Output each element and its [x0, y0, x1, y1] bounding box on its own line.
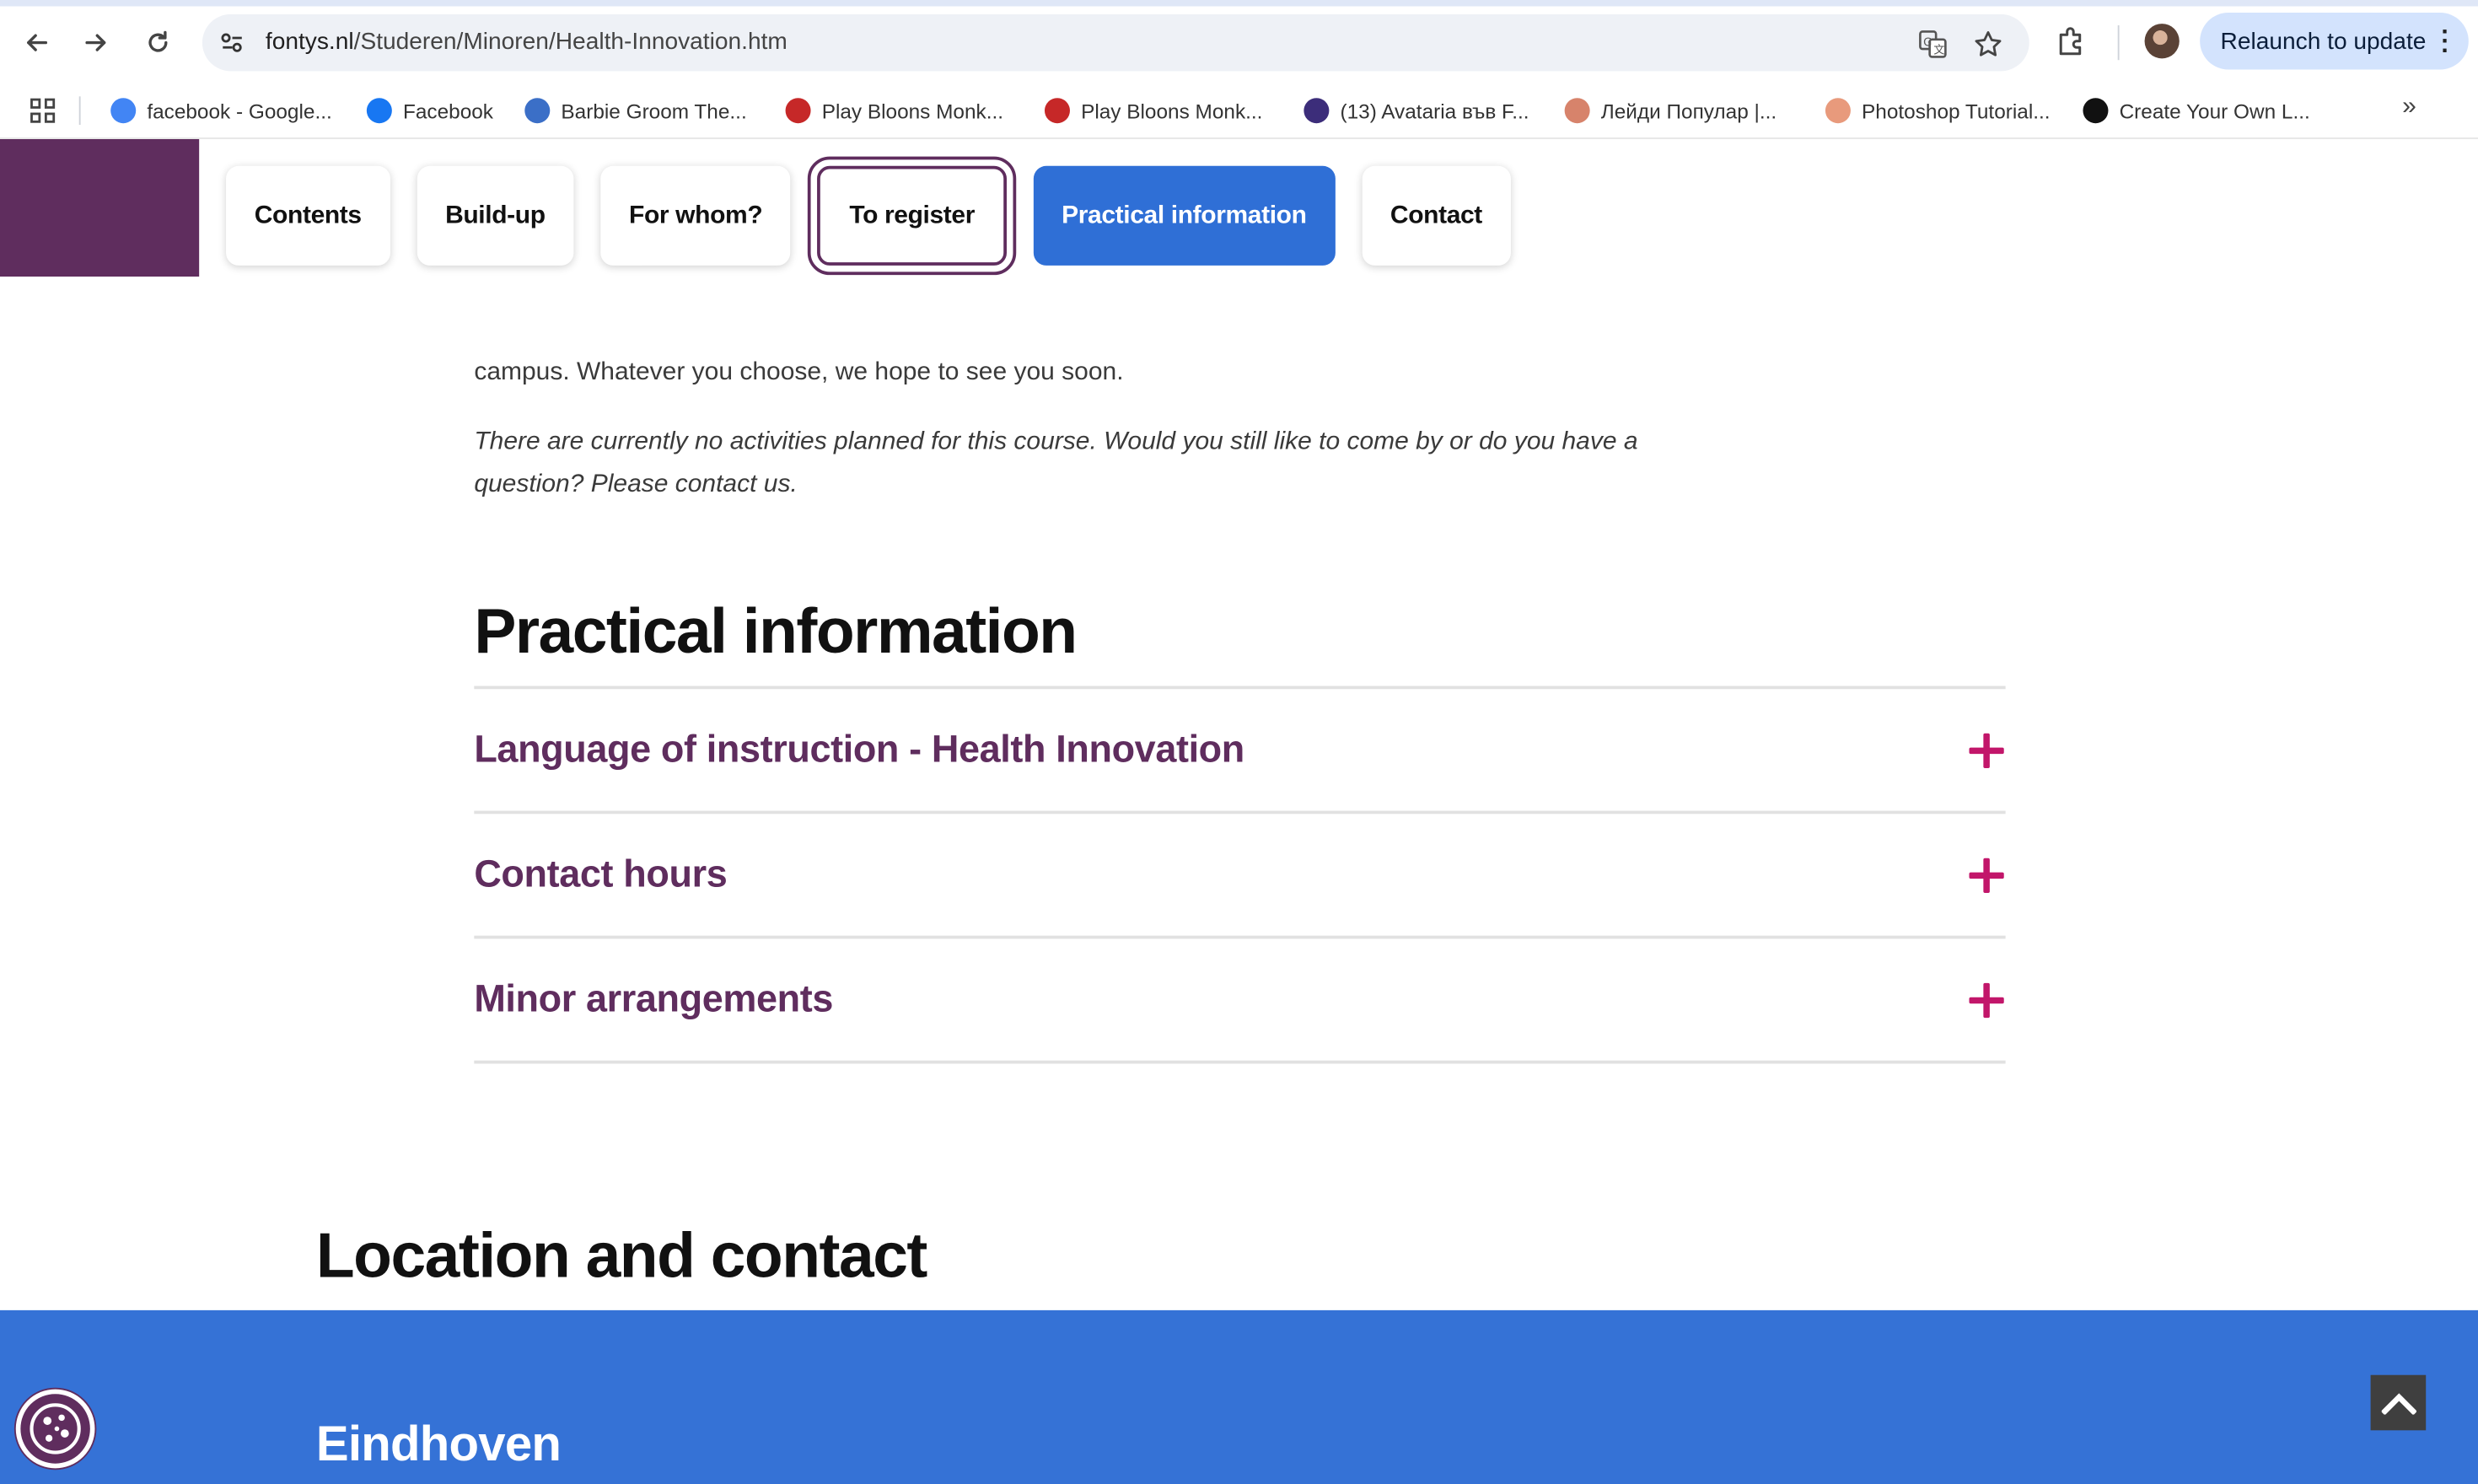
bookmark-label: Photoshop Tutorial... [1862, 99, 2051, 123]
profile-avatar[interactable] [2144, 24, 2180, 59]
accordion-label: Language of instruction - Health Innovat… [474, 728, 1244, 771]
browser-toolbar: fontys.nl/Studeren/Minoren/Health-Innova… [0, 0, 2478, 139]
bookmark-label: Play Bloons Monk... [1081, 99, 1263, 123]
lady-icon [1564, 98, 1590, 124]
svg-text:文: 文 [1933, 44, 1944, 57]
tab-strip-edge [0, 0, 2478, 7]
forward-icon[interactable] [74, 20, 118, 64]
svg-text:G: G [1923, 36, 1932, 49]
bookmark-item[interactable]: Photoshop Tutorial... [1825, 94, 2051, 128]
bookmark-label: Create Your Own L... [2119, 99, 2310, 123]
toolbar-divider [2117, 24, 2120, 61]
bookmarks-bar: facebook - Google... Facebook Barbie Groom… [0, 89, 2478, 132]
google-icon [110, 98, 137, 124]
reload-icon[interactable] [136, 20, 180, 64]
brand-block [0, 138, 200, 277]
translate-icon[interactable]: G文 [1917, 29, 1949, 60]
no-activities-note: There are currently no activities planne… [474, 427, 1638, 498]
bookmark-label: (13) Avataria във F... [1340, 99, 1529, 123]
site-settings-icon[interactable] [218, 29, 247, 57]
anchor-navigation: Contents Build-up For whom? To register Prac… [226, 156, 1511, 276]
kebab-menu-icon[interactable]: · · · [2441, 19, 2449, 63]
intro-text: campus. Whatever you choose, we hope to … [474, 351, 1643, 506]
anchor-link-for-whom[interactable]: For whom? [600, 165, 792, 266]
facebook-icon [366, 98, 392, 124]
anchor-link-practical-information[interactable]: Practical information [1033, 165, 1336, 266]
dash-icon [1825, 98, 1851, 124]
bookmark-item[interactable]: Play Bloons Monk... [1044, 94, 1263, 128]
more-bookmarks-icon[interactable]: » [2402, 94, 2416, 122]
extensions-icon[interactable] [2055, 24, 2089, 58]
city-heading: Eindhoven [315, 1416, 562, 1472]
cookie-settings-button[interactable] [15, 1389, 95, 1469]
bookmark-item[interactable]: facebook - Google... [110, 94, 332, 128]
location-band: Eindhoven [0, 1309, 2478, 1484]
chevron-up-icon [2380, 1392, 2416, 1414]
anchor-link-contents[interactable]: Contents [226, 165, 390, 266]
bookmark-label: Лейди Популар |... [1600, 99, 1777, 123]
url-domain: fontys.nl [265, 28, 354, 56]
anchor-link-to-register[interactable]: To register [808, 156, 1016, 276]
accordion-item[interactable]: Contact hours [474, 814, 2006, 939]
plus-icon[interactable] [1969, 732, 2004, 768]
bookmark-item[interactable]: Barbie Groom The... [524, 94, 747, 128]
accordion-item[interactable]: Language of instruction - Health Innovat… [474, 689, 2006, 815]
bookmarks-divider [78, 96, 81, 126]
back-to-top-button[interactable] [2370, 1374, 2427, 1431]
back-icon[interactable] [14, 20, 58, 64]
practical-info-heading: Practical information [474, 597, 1078, 667]
plus-icon[interactable] [1969, 981, 2004, 1018]
page-content: Contents Build-up For whom? To register Prac… [0, 138, 2478, 1484]
accordion-label: Minor arrangements [474, 977, 834, 1020]
intro-paragraph: campus. Whatever you choose, we hope to … [474, 358, 1124, 386]
bookmark-label: Barbie Groom The... [561, 99, 747, 123]
accordion-item[interactable]: Minor arrangements [474, 938, 2006, 1064]
url-path: /Studeren/Minoren/Health-Innovation.htm [353, 28, 787, 56]
cookie-icon [30, 1403, 81, 1454]
bookmark-item[interactable]: Facebook [366, 94, 493, 128]
avataria-icon [1304, 98, 1330, 124]
apps-grid-icon[interactable] [29, 96, 57, 125]
relaunch-button[interactable]: Relaunch to update · · · [2200, 12, 2469, 70]
bookmark-item[interactable]: Play Bloons Monk... [785, 94, 1004, 128]
bookmark-item[interactable]: Create Your Own L... [2083, 94, 2310, 128]
target-icon [524, 98, 551, 124]
accordion-label: Contact hours [474, 852, 728, 895]
bookmark-item[interactable]: (13) Avataria във F... [1304, 94, 1529, 128]
bloons-icon [785, 98, 811, 124]
address-bar[interactable]: fontys.nl/Studeren/Minoren/Health-Innova… [202, 13, 2029, 72]
relaunch-label: Relaunch to update [2220, 27, 2427, 55]
anchor-link-build-up[interactable]: Build-up [417, 165, 574, 266]
anchor-link-contact[interactable]: Contact [1362, 165, 1511, 266]
create-icon [2083, 98, 2109, 124]
url-text: fontys.nl/Studeren/Minoren/Health-Innova… [266, 29, 787, 56]
bookmark-label: facebook - Google... [147, 99, 332, 123]
plus-icon[interactable] [1969, 857, 2004, 893]
bookmark-star-icon[interactable] [1972, 29, 2003, 60]
location-contact-heading: Location and contact [315, 1221, 927, 1292]
bookmark-item[interactable]: Лейди Популар |... [1564, 94, 1777, 128]
bloons-icon [1044, 98, 1070, 124]
practical-info-accordion: Language of instruction - Health Innovat… [474, 686, 2006, 1064]
bookmark-label: Facebook [402, 99, 493, 123]
bookmark-label: Play Bloons Monk... [821, 99, 1004, 123]
